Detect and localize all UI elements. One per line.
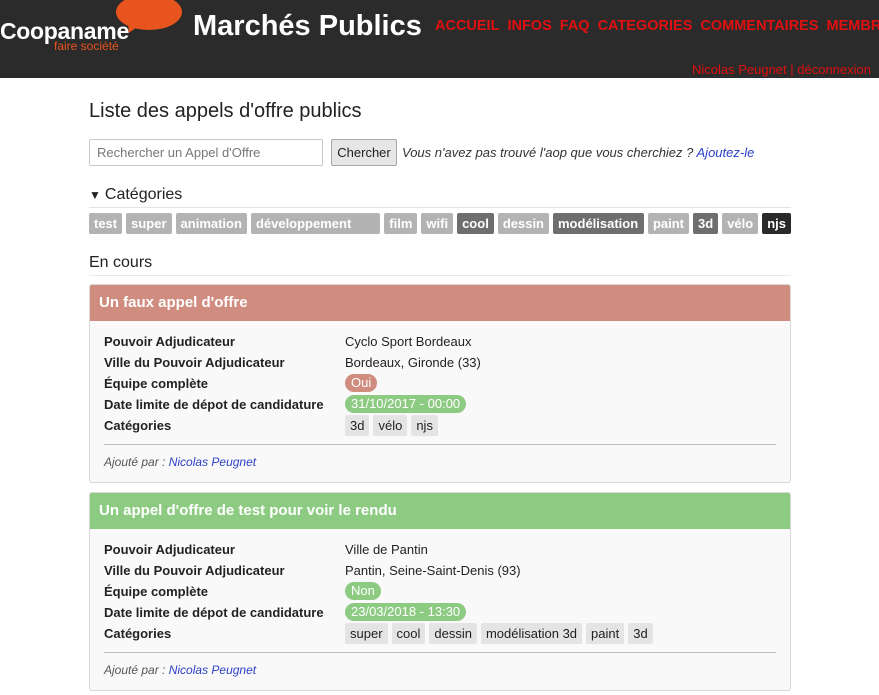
field-row-equipe: Équipe complète Oui xyxy=(104,373,776,394)
category-tag[interactable]: vélo xyxy=(722,213,759,234)
coopaname-logo[interactable]: Coopaname faire société xyxy=(0,0,190,78)
logout-link[interactable]: déconnexion xyxy=(797,62,871,77)
added-by: Ajouté par : Nicolas Peugnet xyxy=(104,663,256,677)
tender-card-title[interactable]: Un faux appel d'offre xyxy=(90,285,790,321)
card-category-tag[interactable]: njs xyxy=(411,415,438,436)
tender-card[interactable]: Un appel d'offre de test pour voir le re… xyxy=(89,492,791,691)
field-row-pouvoir: Pouvoir Adjudicateur Ville de Pantin xyxy=(104,539,776,560)
field-label: Date limite de dépot de candidature xyxy=(104,397,324,412)
tender-card-body: Pouvoir Adjudicateur Ville de Pantin Vil… xyxy=(90,529,790,690)
card-divider xyxy=(104,444,776,445)
category-filter-tags: test super animation développement durable f… xyxy=(89,213,791,252)
main-nav: ACCUEIL INFOS FAQ CATEGORIES COMMENTAIRE… xyxy=(435,18,879,34)
card-category-tag[interactable]: vélo xyxy=(373,415,408,436)
deadline-badge: 23/03/2018 - 13:30 xyxy=(345,603,467,621)
field-value-pouvoir: Cyclo Sport Bordeaux xyxy=(345,334,472,349)
added-by-label: Ajouté par : xyxy=(104,663,169,677)
card-category-tag[interactable]: 3d xyxy=(628,623,653,644)
added-by: Ajouté par : Nicolas Peugnet xyxy=(104,455,256,469)
search-button[interactable]: Chercher xyxy=(331,139,397,166)
tender-card-title[interactable]: Un appel d'offre de test pour voir le re… xyxy=(90,493,790,529)
user-separator: | xyxy=(786,62,798,77)
tender-card-body: Pouvoir Adjudicateur Cyclo Sport Bordeau… xyxy=(90,321,790,482)
card-category-tags: 3d vélo njs xyxy=(345,415,438,436)
collapse-triangle-icon: ▼ xyxy=(89,188,101,202)
field-row-categories: Catégories 3d vélo njs xyxy=(104,415,776,439)
user-profile-link[interactable]: Nicolas Peugnet xyxy=(692,62,787,77)
category-tag[interactable]: 3d xyxy=(693,213,719,234)
nav-accueil[interactable]: ACCUEIL xyxy=(435,18,499,34)
nav-membres[interactable]: MEMBRES xyxy=(827,18,879,34)
author-link[interactable]: Nicolas Peugnet xyxy=(169,455,256,469)
user-bar: Nicolas Peugnet | déconnexion xyxy=(692,62,871,77)
nav-categories[interactable]: CATEGORIES xyxy=(598,18,693,34)
field-label: Pouvoir Adjudicateur xyxy=(104,542,235,557)
field-row-ville: Ville du Pouvoir Adjudicateur Bordeaux, … xyxy=(104,352,776,373)
card-category-tag[interactable]: cool xyxy=(391,623,426,644)
search-bar: Chercher Vous n'avez pas trouvé l'aop qu… xyxy=(89,139,791,167)
search-input[interactable] xyxy=(89,139,323,166)
field-value-ville: Bordeaux, Gironde (33) xyxy=(345,355,481,370)
nav-commentaires[interactable]: COMMENTAIRES xyxy=(700,18,818,34)
site-title: Marchés Publics xyxy=(193,10,422,42)
section-title-en-cours: En cours xyxy=(89,254,791,276)
logo-tagline: faire société xyxy=(54,39,119,53)
add-aop-link[interactable]: Ajoutez-le xyxy=(697,145,755,160)
field-label: Ville du Pouvoir Adjudicateur xyxy=(104,563,285,578)
field-value-pouvoir: Ville de Pantin xyxy=(345,542,428,557)
page-title: Liste des appels d'offre publics xyxy=(89,100,362,122)
category-tag[interactable]: dessin xyxy=(497,213,549,234)
card-category-tag[interactable]: dessin xyxy=(429,623,477,644)
tender-card[interactable]: Un faux appel d'offre Pouvoir Adjudicate… xyxy=(89,284,791,483)
categories-toggle[interactable]: ▼ Catégories xyxy=(89,186,791,208)
field-label: Ville du Pouvoir Adjudicateur xyxy=(104,355,285,370)
card-category-tag[interactable]: modélisation 3d xyxy=(480,623,583,644)
field-row-date: Date limite de dépot de candidature 31/1… xyxy=(104,394,776,415)
site-header: Coopaname faire société Marchés Publics … xyxy=(0,0,879,78)
field-label: Équipe complète xyxy=(104,376,209,391)
category-tag[interactable]: paint xyxy=(647,213,690,234)
category-tag[interactable]: njs xyxy=(762,213,791,234)
search-hint: Vous n'avez pas trouvé l'aop que vous ch… xyxy=(402,145,754,160)
nav-faq[interactable]: FAQ xyxy=(560,18,590,34)
category-tag[interactable]: cool xyxy=(457,213,494,234)
categories-heading: Catégories xyxy=(104,186,183,203)
search-hint-text: Vous n'avez pas trouvé l'aop que vous ch… xyxy=(402,145,697,160)
category-tag[interactable]: animation xyxy=(175,213,247,234)
category-tag[interactable]: test xyxy=(89,213,123,234)
card-divider xyxy=(104,652,776,653)
field-row-ville: Ville du Pouvoir Adjudicateur Pantin, Se… xyxy=(104,560,776,581)
field-label: Équipe complète xyxy=(104,584,209,599)
field-row-categories: Catégories super cool dessin modélisation 3… xyxy=(104,623,776,647)
category-tag[interactable]: modélisation 3d xyxy=(553,213,644,252)
added-by-label: Ajouté par : xyxy=(104,455,169,469)
category-tag[interactable]: développement durable xyxy=(250,213,381,252)
field-label: Catégories xyxy=(104,626,172,641)
field-row-pouvoir: Pouvoir Adjudicateur Cyclo Sport Bordeau… xyxy=(104,331,776,352)
author-link[interactable]: Nicolas Peugnet xyxy=(169,663,256,677)
field-row-equipe: Équipe complète Non xyxy=(104,581,776,602)
deadline-badge: 31/10/2017 - 00:00 xyxy=(345,395,467,413)
category-tag[interactable]: film xyxy=(384,213,418,234)
field-value-ville: Pantin, Seine-Saint-Denis (93) xyxy=(345,563,521,578)
field-row-date: Date limite de dépot de candidature 23/0… xyxy=(104,602,776,623)
card-category-tag[interactable]: 3d xyxy=(345,415,370,436)
field-label: Catégories xyxy=(104,418,172,433)
category-tag[interactable]: super xyxy=(126,213,172,234)
equipe-badge: Non xyxy=(345,582,381,600)
card-category-tag[interactable]: super xyxy=(345,623,388,644)
card-category-tags: super cool dessin modélisation 3d paint 3d xyxy=(345,623,653,644)
nav-infos[interactable]: INFOS xyxy=(507,18,551,34)
field-label: Date limite de dépot de candidature xyxy=(104,605,324,620)
category-tag[interactable]: wifi xyxy=(421,213,454,234)
equipe-badge: Oui xyxy=(345,374,378,392)
field-label: Pouvoir Adjudicateur xyxy=(104,334,235,349)
card-category-tag[interactable]: paint xyxy=(586,623,625,644)
